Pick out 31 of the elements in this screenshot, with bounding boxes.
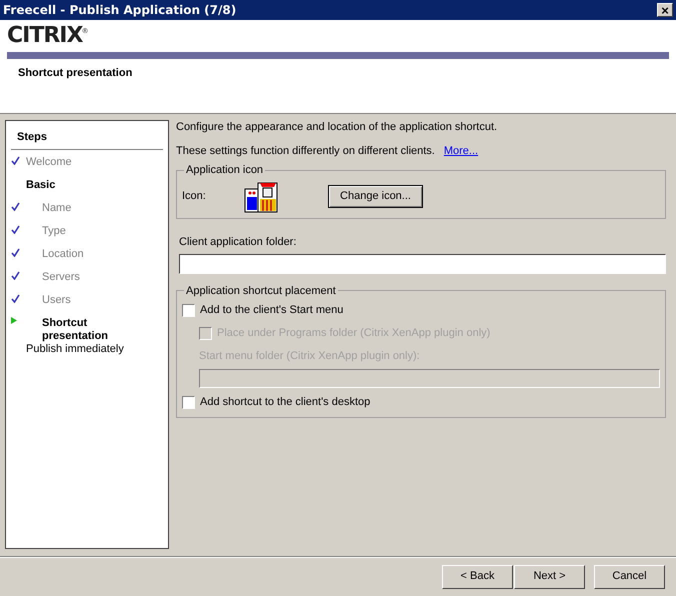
checkbox-label: Add to the client's Start menu: [200, 303, 344, 318]
close-button[interactable]: ×: [657, 3, 673, 17]
change-icon-button[interactable]: Change icon...: [328, 185, 423, 208]
step-item: Servers: [41, 270, 81, 284]
step-item: Welcome: [25, 156, 73, 168]
step-item: Type: [41, 224, 67, 238]
page-title: Shortcut presentation: [17, 66, 134, 81]
step-group-heading: Basic: [25, 178, 56, 192]
steps-title: Steps: [11, 129, 163, 150]
step-item: Location: [41, 248, 85, 260]
groupbox-legend: Application icon: [184, 162, 266, 178]
next-button[interactable]: Next >: [514, 564, 585, 588]
folder-label: Client application folder:: [179, 235, 298, 250]
more-link[interactable]: More...: [444, 144, 478, 159]
note-text: These settings function differently on different clients.: [176, 144, 435, 159]
checkbox[interactable]: [182, 396, 195, 408]
back-button[interactable]: < Back: [442, 564, 513, 588]
icon-label: Icon:: [182, 189, 207, 204]
intro-text: Configure the appearance and location of the application shortcut.: [176, 120, 498, 135]
card-deck-icon: [244, 180, 278, 212]
checkbox-label: Add shortcut to the client's desktop: [200, 394, 370, 410]
step-item: Name: [41, 202, 72, 214]
folder-input-field[interactable]: [179, 254, 666, 274]
window-title: Freecell - Publish Application (7/8): [3, 2, 236, 19]
step-item: Shortcut presentation: [41, 316, 110, 342]
groupbox-legend: Application shortcut placement: [184, 282, 338, 299]
checkbox[interactable]: [182, 304, 195, 317]
step-item: Publish immediately: [25, 342, 125, 356]
logo: CITRIX: [7, 23, 82, 49]
cancel-button[interactable]: Cancel: [594, 564, 665, 588]
step-item: Users: [41, 294, 72, 306]
